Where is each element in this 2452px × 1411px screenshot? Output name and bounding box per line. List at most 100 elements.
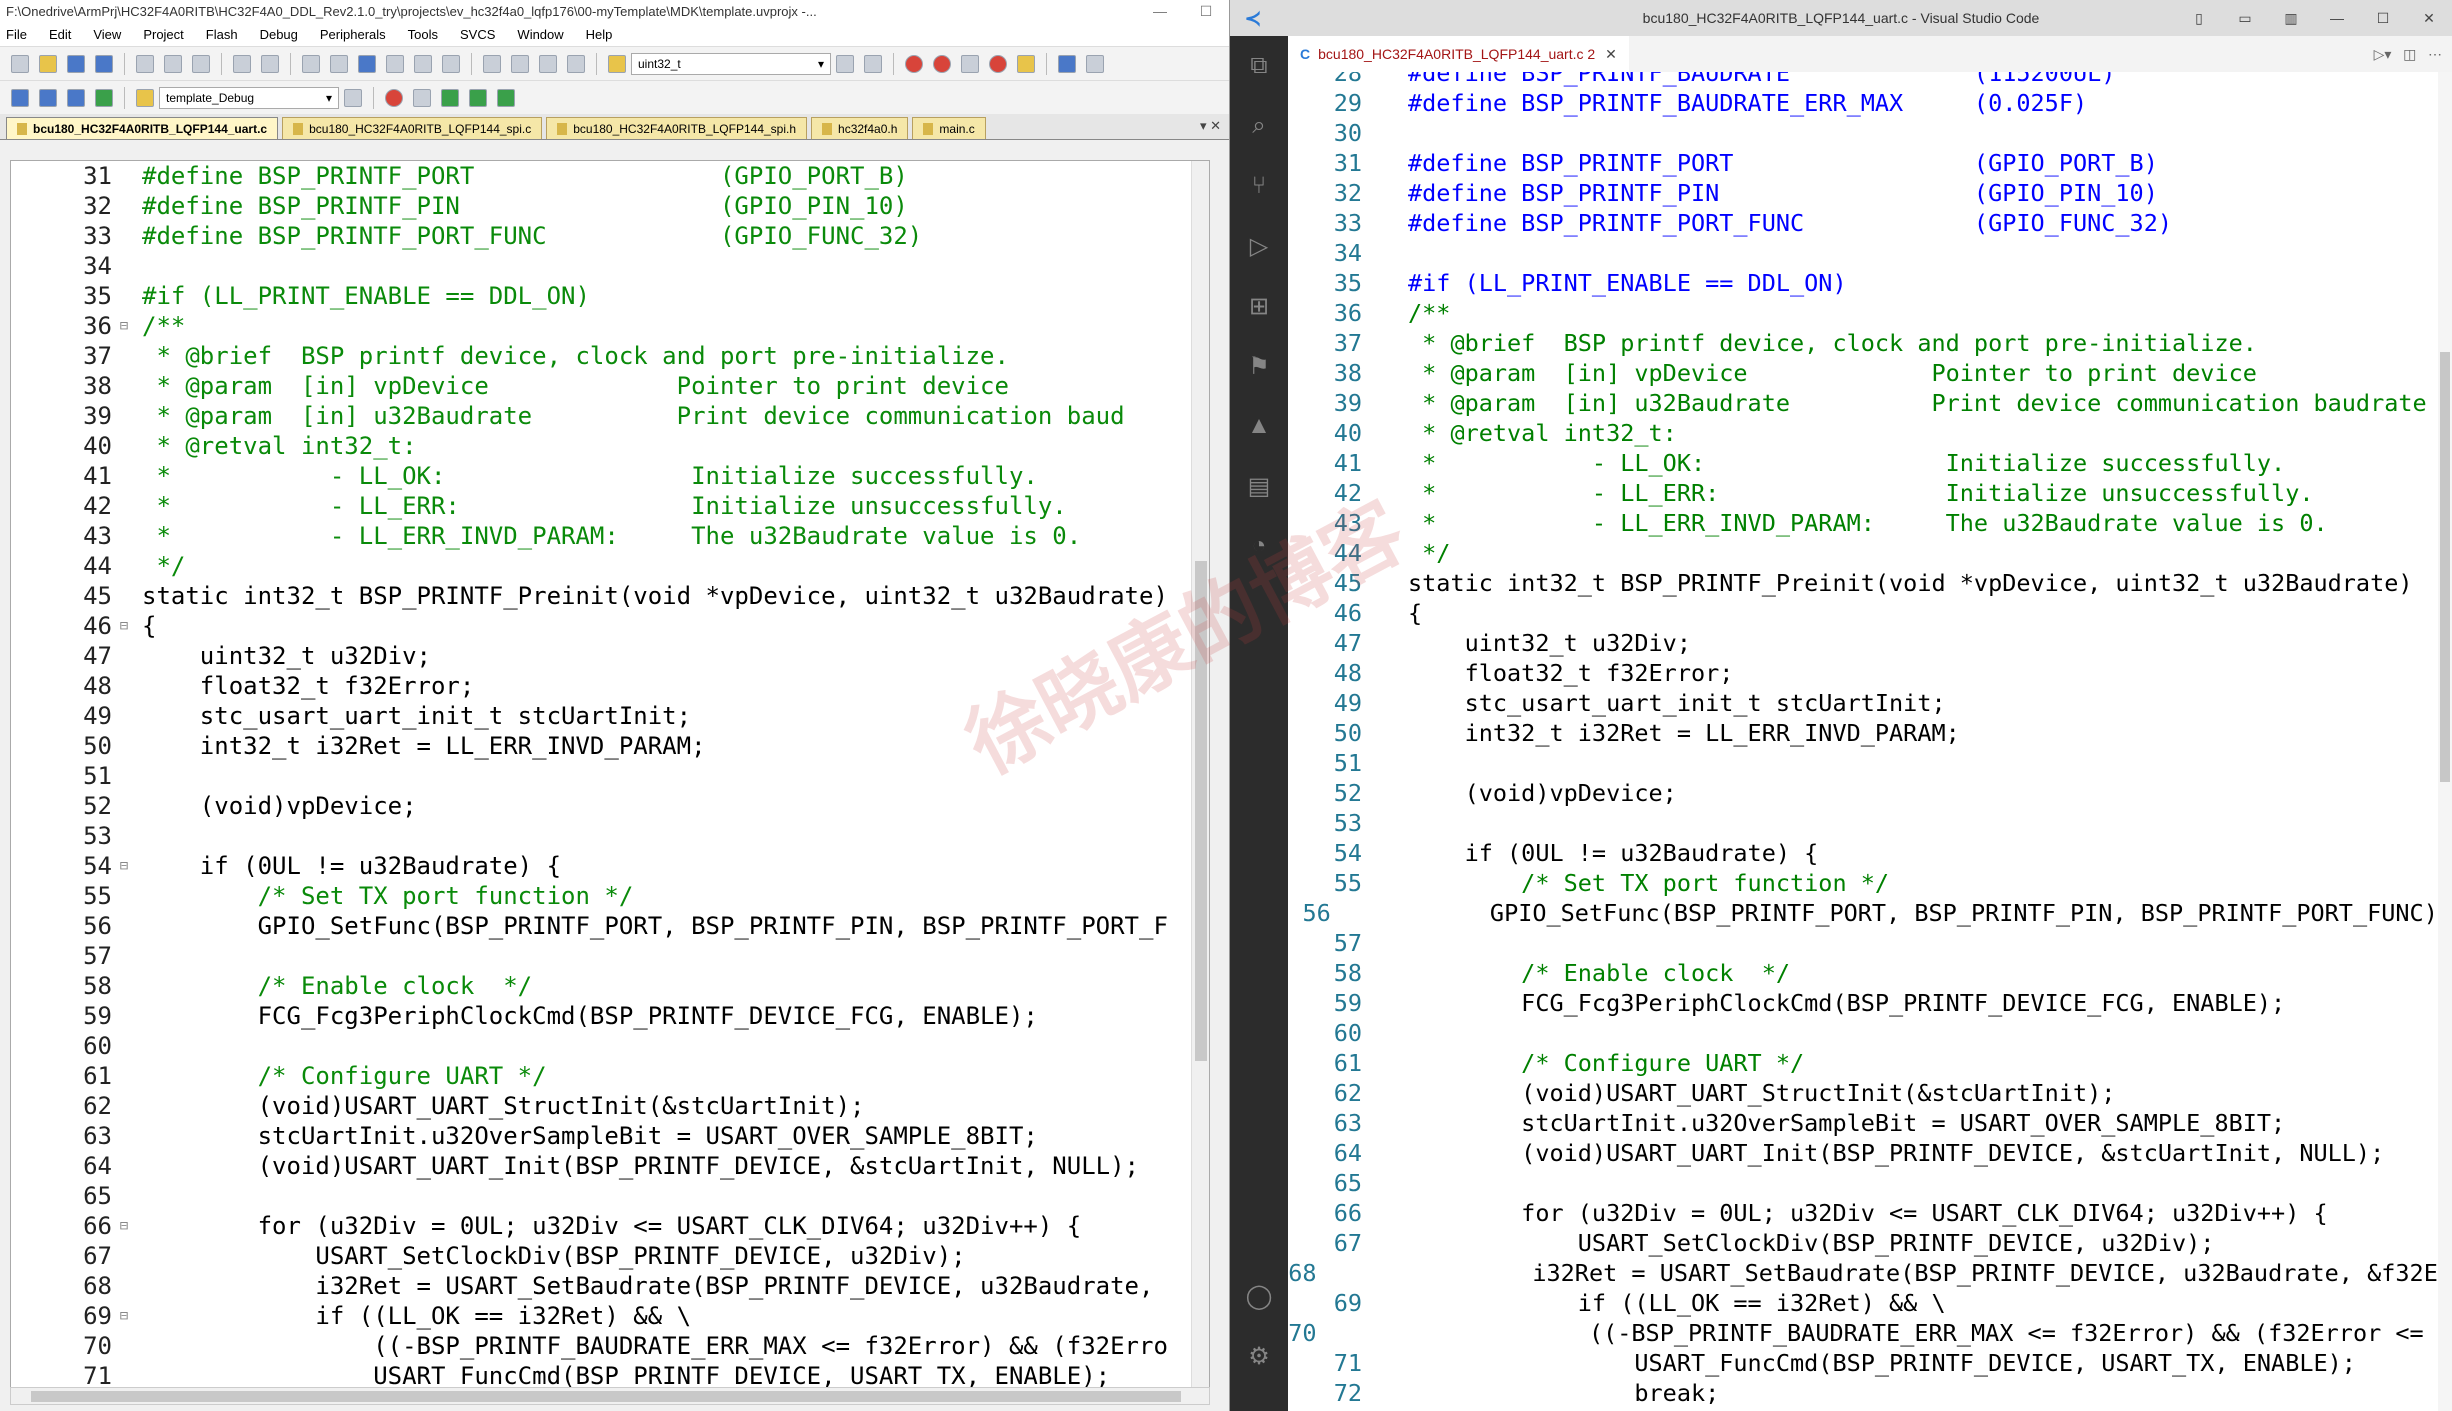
tab-uart-c[interactable]: C bcu180_HC32F4A0RITB_LQFP144_uart.c 2 ✕ [1288,36,1629,72]
manage-components-icon[interactable] [385,88,403,107]
breakpoint-all-icon[interactable] [1017,54,1035,73]
find-icon[interactable] [836,54,854,73]
extensions-icon[interactable]: ⊞ [1230,276,1288,336]
target-select[interactable]: template_Debug ▾ [159,86,339,109]
run-icon[interactable]: ▷▾ [2374,46,2392,62]
menu-item[interactable]: Window [517,27,563,42]
editor-tab[interactable]: bcu180_HC32F4A0RITB_LQFP144_spi.h [546,117,808,139]
build-icon[interactable] [39,88,57,107]
fold-marker[interactable]: ⊟ [116,858,132,874]
menu-item[interactable]: SVCS [460,27,495,42]
redo-icon[interactable] [261,54,279,73]
editor-tab[interactable]: main.c [912,117,986,139]
menu-item[interactable]: Flash [206,27,238,42]
menu-item[interactable]: File [6,27,27,42]
new-file-icon[interactable] [11,54,29,73]
window-layout-icon[interactable] [1058,54,1076,73]
tab-controls[interactable]: ▾ ✕ [1200,118,1221,134]
indent-icon[interactable] [483,54,501,73]
menu-item[interactable]: Project [143,27,183,42]
mdk-vertical-scrollbar[interactable] [1191,161,1209,1389]
copy-icon[interactable] [164,54,182,73]
scroll-thumb[interactable] [31,1391,1181,1402]
unindent-icon[interactable] [511,54,529,73]
editor-tab[interactable]: hc32f4a0.h [811,117,909,139]
cut-icon[interactable] [136,54,154,73]
breakpoint-kill-icon[interactable] [989,54,1007,73]
run-time-environment-icon[interactable] [497,88,515,107]
vscode-vertical-scrollbar[interactable] [2438,72,2452,1411]
remote-icon[interactable]: ▲ [1230,396,1288,456]
uncomment-icon[interactable] [567,54,585,73]
search-icon[interactable]: ⌕ [1230,96,1288,156]
vscode-code-editor[interactable]: 28 #define BSP_PRINTF_BAUDRATE (115200UL)… [1288,72,2452,1411]
clear-bookmarks-icon[interactable] [442,54,460,73]
minimize-icon[interactable]: — [1137,3,1183,19]
project-manager-icon[interactable]: ▤ [1230,456,1288,516]
close-icon[interactable]: ✕ [2406,10,2452,27]
save-icon[interactable] [67,54,85,73]
fold-marker[interactable]: ⊟ [116,618,132,634]
explorer-icon[interactable]: ⧉ [1230,36,1288,96]
account-icon[interactable]: ◯ [1230,1266,1288,1326]
maximize-icon[interactable]: ☐ [2360,10,2406,27]
comment-icon[interactable] [539,54,557,73]
file-extensions-icon[interactable] [413,88,431,107]
split-editor-icon[interactable]: ◫ [2403,46,2416,62]
minimize-icon[interactable]: — [2314,10,2360,27]
menu-item[interactable]: Tools [408,27,438,42]
mdk-code-editor[interactable]: 31 #define BSP_PRINTF_PORT (GPIO_PORT_B) 3… [10,160,1210,1390]
scroll-thumb[interactable] [2440,352,2450,782]
find-in-files-icon[interactable] [608,54,626,73]
save-all-icon[interactable] [95,54,113,73]
download-icon[interactable] [95,88,113,107]
fold-marker[interactable]: ⊟ [116,318,132,334]
next-bookmark-icon[interactable] [414,54,432,73]
mdk-horizontal-scrollbar[interactable] [10,1387,1210,1405]
menu-item[interactable]: View [93,27,121,42]
fold-marker[interactable]: ⊟ [116,1308,132,1324]
toggle-panel-icon[interactable]: ▭ [2222,10,2268,27]
pack-installer-icon[interactable] [441,88,459,107]
run-debug-icon[interactable]: ▷ [1230,216,1288,276]
find-combo[interactable]: uint32_t ▾ [631,52,831,75]
menu-item[interactable]: Edit [49,27,71,42]
scroll-thumb[interactable] [1195,561,1207,1061]
incremental-find-icon[interactable] [864,54,882,73]
more-actions-icon[interactable]: ⋯ [2428,46,2442,62]
menu-item[interactable]: Help [586,27,613,42]
customize-layout-icon[interactable]: ▥ [2268,10,2314,27]
toggle-sidebar-icon[interactable]: ▯ [2176,10,2222,27]
line-number: 71 [1333,1349,1362,1377]
fold-marker[interactable]: ⊟ [116,1218,132,1234]
settings-gear-icon[interactable]: ⚙ [1230,1326,1288,1386]
options-for-target-icon[interactable] [344,88,362,107]
line-number: 50 [83,732,112,760]
menu-item[interactable]: Debug [260,27,298,42]
paste-icon[interactable] [192,54,210,73]
configure-icon[interactable] [1086,54,1104,73]
bookmark-icon[interactable] [358,54,376,73]
breakpoint-icon[interactable] [933,54,951,73]
source-control-icon[interactable]: ⑂ [1230,156,1288,216]
nav-back-icon[interactable] [302,54,320,73]
code-text: * @param [in] vpDevice Pointer to print … [142,372,1009,400]
bookmarks-icon[interactable]: ⚑ [1230,336,1288,396]
close-icon[interactable]: ✕ [1605,46,1617,63]
timeline-icon[interactable]: ◔ [1230,516,1288,576]
target-options-icon[interactable] [136,88,154,107]
rebuild-icon[interactable] [67,88,85,107]
menu-item[interactable]: Peripherals [320,27,386,42]
maximize-icon[interactable]: ☐ [1183,3,1229,20]
open-file-icon[interactable] [39,54,57,73]
editor-tab[interactable]: bcu180_HC32F4A0RITB_LQFP144_spi.c [282,117,543,139]
nav-forward-icon[interactable] [330,54,348,73]
debug-start-icon[interactable] [905,54,923,73]
translate-icon[interactable] [11,88,29,107]
select-software-packs-icon[interactable] [469,88,487,107]
breakpoint-disable-icon[interactable] [961,54,979,73]
code-text: * - LL_OK: Initialize successfully. [142,462,1038,490]
undo-icon[interactable] [233,54,251,73]
prev-bookmark-icon[interactable] [386,54,404,73]
editor-tab[interactable]: bcu180_HC32F4A0RITB_LQFP144_uart.c [6,117,279,139]
